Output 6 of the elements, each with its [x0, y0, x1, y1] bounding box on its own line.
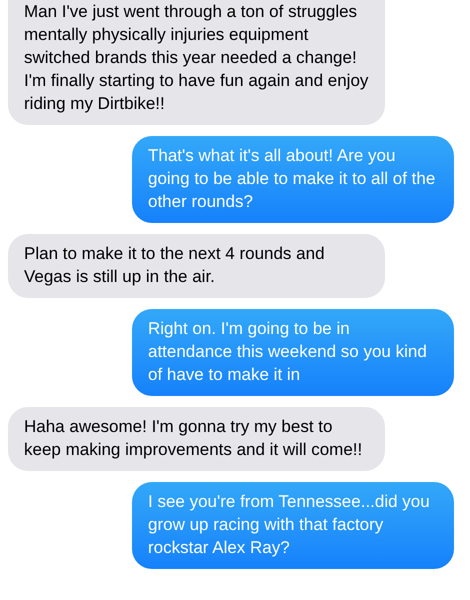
message-bubble: Man I've just went through a ton of struggles mentally physically injuries equipment switched brands this year needed a change! I'm finally starting to have fun again and enjoy riding my Dirtbike!! [8, 0, 385, 125]
message-bubble: That's what it's all about! Are you going to be able to make it to all of the other rounds? [132, 136, 454, 223]
message-bubble: Haha awesome! I'm gonna try my best to keep making improvements and it will come!! [8, 407, 385, 471]
message-bubble: I see you're from Tennessee...did you grow up racing with that factory rockstar Alex Ray? [132, 482, 454, 569]
message-bubble: Plan to make it to the next 4 rounds and Vegas is still up in the air. [8, 234, 385, 298]
message-bubble: Right on. I'm going to be in attendance this weekend so you kind of have to make it in [132, 309, 454, 396]
